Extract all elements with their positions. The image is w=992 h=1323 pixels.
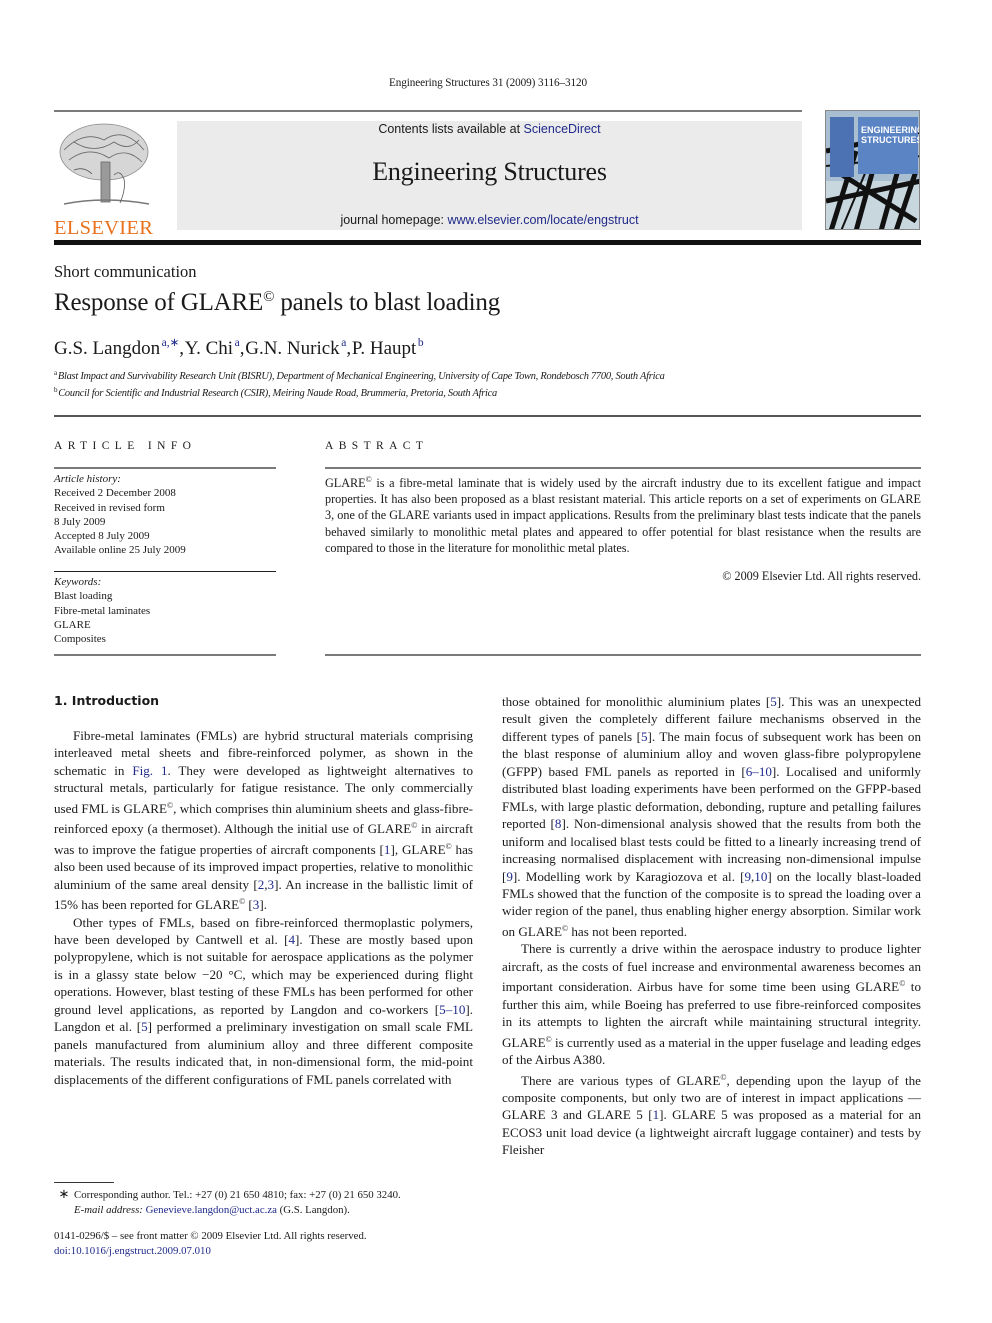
history-item: Received in revised form: [54, 501, 165, 514]
author[interactable]: Y. Chi a: [185, 337, 240, 359]
text-run: has not been reported.: [568, 923, 687, 939]
citation-link[interactable]: 5–10: [439, 1002, 465, 1017]
history-item: Received 2 December 2008: [54, 487, 176, 500]
journal-banner: Contents lists available at ScienceDirec…: [177, 121, 802, 230]
text-run: is currently used as a material in the u…: [502, 1034, 921, 1068]
author-affiliation-mark[interactable]: b: [418, 337, 424, 349]
abstract-bottom-rule: [325, 654, 921, 656]
elsevier-wordmark: ELSEVIER: [54, 217, 154, 239]
article-info-rule: [54, 467, 276, 469]
section-heading-introduction: 1. Introduction: [54, 693, 160, 708]
title-post: panels to blast loading: [274, 289, 500, 316]
body-paragraph: Other types of FMLs, based on fibre-rein…: [54, 914, 473, 1089]
article-type: Short communication: [54, 262, 197, 281]
keyword: Composites: [54, 633, 106, 646]
journal-homepage-link[interactable]: www.elsevier.com/locate/engstruct: [447, 213, 638, 227]
author[interactable]: G.S. Langdon a,∗: [54, 337, 180, 359]
keyword: Blast loading: [54, 590, 113, 603]
header-bottom-rule: [54, 240, 921, 245]
text-run: those obtained for monolithic aluminium …: [502, 694, 771, 709]
history-item: 8 July 2009: [54, 515, 106, 528]
corresponding-author-footnote: ∗ Corresponding author. Tel.: +27 (0) 21 …: [54, 1186, 474, 1218]
history-label: Article history:: [54, 473, 121, 485]
keyword: GLARE: [54, 618, 91, 631]
abstract-heading: ABSTRACT: [325, 440, 429, 452]
history-item: Available online 25 July 2009: [54, 544, 186, 557]
cover-title: ENGINEERING STRUCTURES: [861, 125, 920, 145]
homepage-line: journal homepage: www.elsevier.com/locat…: [177, 213, 802, 227]
running-head: Engineering Structures 31 (2009) 3116–31…: [389, 77, 587, 89]
keywords-label: Keywords:: [54, 576, 102, 588]
history-item: Accepted 8 July 2009: [54, 530, 150, 543]
doi-link[interactable]: doi:10.1016/j.engstruct.2009.07.010: [54, 1245, 211, 1257]
body-column-right: those obtained for monolithic aluminium …: [502, 693, 921, 1159]
body-paragraph: those obtained for monolithic aluminium …: [502, 693, 921, 940]
text-run: ]. Modelling work by Karagiozova et al. …: [512, 868, 745, 884]
text-run: There are various types of GLARE: [521, 1072, 721, 1088]
copyright-symbol: ©: [263, 289, 275, 305]
footnote-rule: [54, 1182, 114, 1183]
front-matter: 0141-0296/$ – see front matter © 2009 El…: [54, 1229, 367, 1259]
cover-title-line2: STRUCTURES: [861, 135, 920, 145]
abstract-text: GLARE© is a fibre-metal laminate that is…: [325, 475, 921, 555]
body-paragraph: Fibre-metal laminates (FMLs) are hybrid …: [54, 727, 473, 914]
contents-line: Contents lists available at ScienceDirec…: [177, 122, 802, 136]
body-column-left: Fibre-metal laminates (FMLs) are hybrid …: [54, 727, 473, 1088]
article-info-bottom-rule: [54, 654, 276, 656]
journal-title: Engineering Structures: [372, 157, 607, 186]
contents-prefix: Contents lists available at: [378, 122, 524, 136]
title-pre: Response of GLARE: [54, 289, 264, 316]
footnote-star: ∗: [58, 1186, 70, 1201]
citation-link[interactable]: 10: [754, 869, 767, 884]
author-affiliation-mark[interactable]: a,∗: [162, 337, 180, 349]
article-title: Response of GLARE© panels to blast loadi…: [54, 289, 500, 317]
affiliation: aBlast Impact and Survivability Research…: [54, 369, 665, 382]
body-paragraph: There is currently a drive within the ae…: [502, 940, 921, 1068]
keywords-rule: [54, 571, 276, 572]
cover-title-line1: ENGINEERING: [861, 125, 920, 135]
affiliation: bCouncil for Scientific and Industrial R…: [54, 386, 497, 399]
elsevier-tree-icon: [59, 123, 150, 205]
text-run: ].: [259, 897, 267, 913]
text-run: There is currently a drive within the ae…: [502, 941, 921, 995]
email-link[interactable]: Genevieve.langdon@uct.ac.za: [146, 1204, 277, 1216]
homepage-prefix: journal homepage:: [340, 213, 448, 227]
keyword: Fibre-metal laminates: [54, 604, 151, 617]
text-run: ], GLARE: [390, 841, 446, 857]
abstract-copyright: © 2009 Elsevier Ltd. All rights reserved…: [722, 569, 921, 583]
author[interactable]: G.N. Nurick a: [245, 337, 346, 359]
email-label: E-mail address:: [74, 1204, 143, 1216]
abstract-rule: [325, 467, 921, 469]
elsevier-logo[interactable]: ELSEVIER: [54, 120, 154, 239]
article-info-heading: ARTICLE INFO: [54, 440, 197, 452]
author-list: G.S. Langdon a,∗, Y. Chi a, G.N. Nurick …: [54, 337, 424, 359]
body-paragraph: There are various types of GLARE©, depen…: [502, 1069, 921, 1159]
sciencedirect-link[interactable]: ScienceDirect: [524, 122, 601, 136]
author[interactable]: P. Haupt b: [352, 337, 424, 359]
keywords: Keywords: Blast loading Fibre-metal lami…: [54, 575, 276, 646]
journal-cover-thumbnail[interactable]: ENGINEERING STRUCTURES: [825, 110, 920, 230]
citation-link[interactable]: 6–10: [746, 764, 772, 779]
text-run: [: [245, 897, 253, 913]
header-top-rule: [54, 110, 802, 112]
cover-side-strip: [830, 117, 854, 177]
issn-line: 0141-0296/$ – see front matter © 2009 El…: [54, 1230, 367, 1242]
citation-link[interactable]: Fig. 1: [132, 763, 167, 778]
front-divider: [54, 415, 921, 417]
article-history: Article history: Received 2 December 200…: [54, 472, 276, 558]
